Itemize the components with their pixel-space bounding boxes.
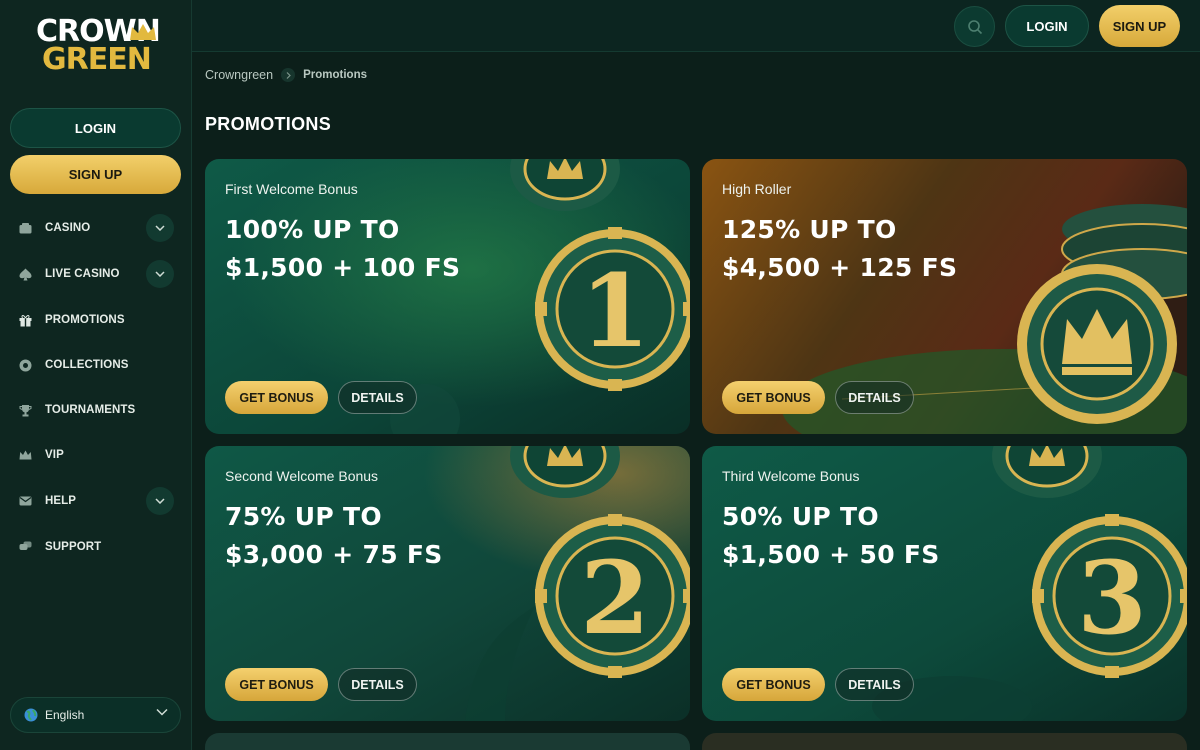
top-header: LOGIN SIGN UP xyxy=(192,0,1200,52)
chip-number: 3 xyxy=(1077,539,1147,657)
promo-headline-line1: 75% UP TO xyxy=(225,502,382,531)
sidebar-item-label: PROMOTIONS xyxy=(45,314,125,326)
sidebar-item-label: LIVE CASINO xyxy=(45,268,120,280)
breadcrumb-home-link[interactable]: Crowngreen xyxy=(205,68,273,82)
promo-headline-line2: $1,500 + 100 FS xyxy=(225,253,461,282)
get-bonus-button[interactable]: GET BONUS xyxy=(722,668,825,701)
sidebar: CROWN GREEN LOGIN SIGN UP CASINO LIVE CA… xyxy=(0,0,192,750)
page-title: PROMOTIONS xyxy=(205,114,332,134)
sidebar-item-casino[interactable]: CASINO xyxy=(18,213,178,243)
chip-number: 1 xyxy=(580,252,650,370)
sidebar-item-label: TOURNAMENTS xyxy=(45,404,136,416)
chip-number: 2 xyxy=(580,539,650,657)
promo-subtitle: Third Welcome Bonus xyxy=(722,468,860,484)
sidebar-item-tournaments[interactable]: TOURNAMENTS xyxy=(18,395,178,425)
brand-logo[interactable]: CROWN GREEN xyxy=(36,17,161,80)
search-icon xyxy=(967,19,982,34)
sidebar-item-label: VIP xyxy=(45,449,64,461)
brand-line2: GREEN xyxy=(42,42,152,77)
poker-chip-crown-illustration xyxy=(1017,204,1187,424)
chevron-down-icon[interactable] xyxy=(146,260,174,288)
promo-headline-line2: $3,000 + 75 FS xyxy=(225,540,443,569)
promo-card-next-row[interactable] xyxy=(702,733,1187,750)
chevron-down-icon xyxy=(156,708,168,716)
chevron-down-icon[interactable] xyxy=(146,214,174,242)
header-login-button[interactable]: LOGIN xyxy=(1005,5,1089,47)
casino-icon xyxy=(18,221,32,235)
sidebar-item-collections[interactable]: COLLECTIONS xyxy=(18,350,178,380)
trophy-icon xyxy=(18,403,32,417)
gift-icon xyxy=(18,313,32,327)
get-bonus-button[interactable]: GET BONUS xyxy=(225,668,328,701)
language-selector[interactable]: English xyxy=(10,697,181,733)
sidebar-item-label: COLLECTIONS xyxy=(45,359,129,371)
poker-chip-2-illustration: 2 xyxy=(510,446,690,678)
globe-icon xyxy=(24,708,38,722)
get-bonus-button[interactable]: GET BONUS xyxy=(225,381,328,414)
details-button[interactable]: DETAILS xyxy=(835,381,914,414)
get-bonus-button[interactable]: GET BONUS xyxy=(722,381,825,414)
poker-chip-3-illustration: 3 xyxy=(992,446,1187,678)
sidebar-item-label: SUPPORT xyxy=(45,541,102,553)
promo-subtitle: High Roller xyxy=(722,181,792,197)
promo-card-high-roller[interactable]: High Roller 125% UP TO $4,500 + 125 FS G… xyxy=(702,159,1187,434)
sidebar-item-promotions[interactable]: PROMOTIONS xyxy=(18,305,178,335)
promo-headline-line2: $4,500 + 125 FS xyxy=(722,253,958,282)
promo-card-second-welcome[interactable]: 2 Second Welcome Bonus 75% UP TO $3,000 … xyxy=(205,446,690,721)
breadcrumb-current: Promotions xyxy=(303,69,367,81)
promo-headline: 75% UP TO $3,000 + 75 FS xyxy=(225,498,525,574)
promo-card-third-welcome[interactable]: 3 Third Welcome Bonus 50% UP TO $1,500 +… xyxy=(702,446,1187,721)
sidebar-item-live-casino[interactable]: LIVE CASINO xyxy=(18,259,178,289)
crown-icon xyxy=(18,448,32,462)
promo-headline: 50% UP TO $1,500 + 50 FS xyxy=(722,498,1022,574)
promo-headline-line1: 125% UP TO xyxy=(722,215,897,244)
promo-subtitle: First Welcome Bonus xyxy=(225,181,358,197)
chevron-right-icon xyxy=(281,68,296,82)
sidebar-item-label: HELP xyxy=(45,495,77,507)
poker-chip-1-illustration: 1 xyxy=(510,159,690,391)
details-button[interactable]: DETAILS xyxy=(338,381,417,414)
language-label: English xyxy=(45,708,85,722)
promo-headline: 125% UP TO $4,500 + 125 FS xyxy=(722,211,1022,287)
promo-headline-line1: 100% UP TO xyxy=(225,215,400,244)
breadcrumb: Crowngreen Promotions xyxy=(205,67,367,83)
mail-icon xyxy=(18,494,32,508)
promo-card-next-row[interactable] xyxy=(205,733,690,750)
header-signup-button[interactable]: SIGN UP xyxy=(1099,5,1180,47)
promo-headline: 100% UP TO $1,500 + 100 FS xyxy=(225,211,525,287)
promo-card-first-welcome[interactable]: 1 First Welcome Bonus 100% UP TO $1,500 … xyxy=(205,159,690,434)
search-button[interactable] xyxy=(954,6,995,47)
promo-headline-line2: $1,500 + 50 FS xyxy=(722,540,940,569)
sidebar-login-button[interactable]: LOGIN xyxy=(10,108,181,148)
sidebar-item-support[interactable]: SUPPORT xyxy=(18,532,178,562)
promo-subtitle: Second Welcome Bonus xyxy=(225,468,379,484)
details-button[interactable]: DETAILS xyxy=(835,668,914,701)
sidebar-item-vip[interactable]: VIP xyxy=(18,440,178,470)
sidebar-signup-button[interactable]: SIGN UP xyxy=(10,155,181,194)
sidebar-item-label: CASINO xyxy=(45,222,91,234)
spade-icon xyxy=(18,267,32,281)
promo-headline-line1: 50% UP TO xyxy=(722,502,879,531)
chevron-down-icon[interactable] xyxy=(146,487,174,515)
chip-icon xyxy=(18,358,32,372)
chat-icon xyxy=(18,540,32,554)
sidebar-item-help[interactable]: HELP xyxy=(18,486,178,516)
logo-crown-icon xyxy=(130,24,156,40)
details-button[interactable]: DETAILS xyxy=(338,668,417,701)
